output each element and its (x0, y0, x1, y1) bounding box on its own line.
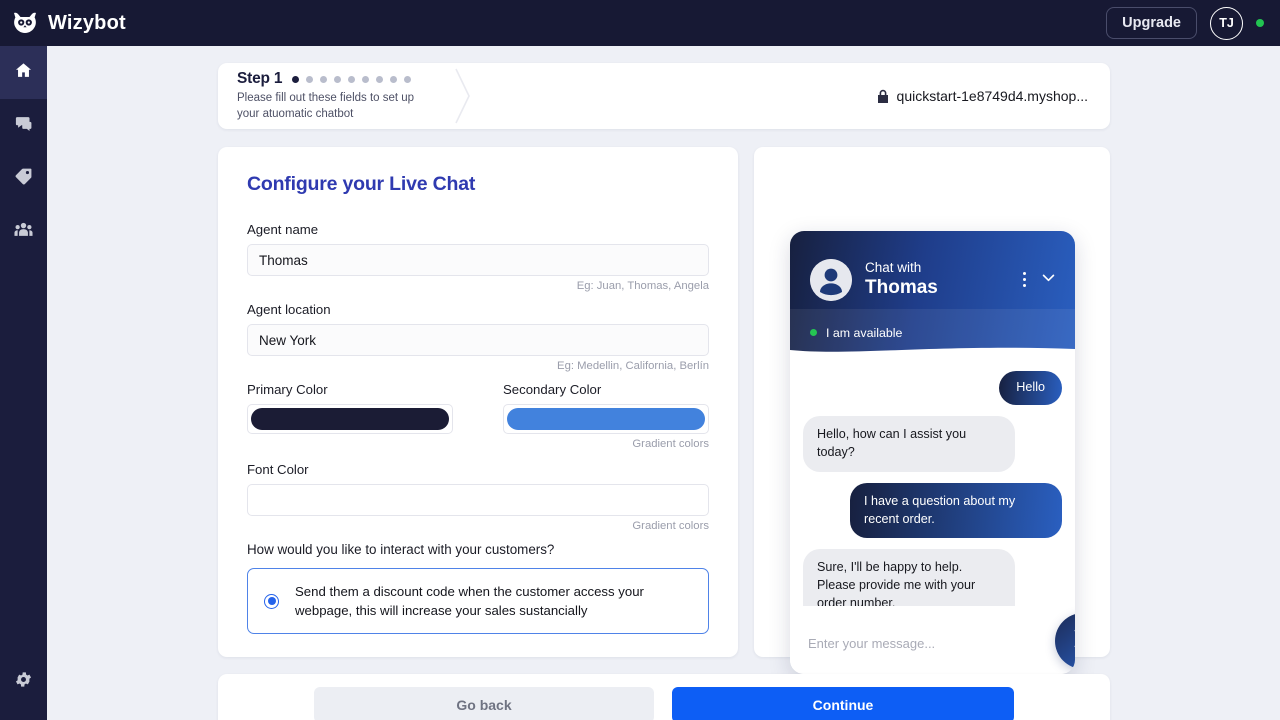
secondary-color-label: Secondary Color (503, 382, 602, 397)
page-content: Step 1 Please fill out these fields to s… (47, 46, 1280, 720)
chat-header-titles: Chat with Thomas (865, 261, 938, 297)
primary-color-swatch (251, 408, 449, 430)
online-dot-icon (810, 329, 817, 336)
step-dot (334, 75, 342, 83)
chat-message-list: Hello Hello, how can I assist you today?… (790, 356, 1075, 606)
agent-name-input[interactable] (247, 244, 709, 276)
color-pickers-row: Primary Color Secondary Color Gradient c… (247, 382, 709, 460)
send-plane-icon (1072, 627, 1075, 655)
step-dot (292, 75, 300, 83)
step-subtitle: Please fill out these fields to set up y… (237, 92, 415, 120)
chat-widget-header: Chat with Thomas I am available (790, 231, 1075, 356)
availability-text: I am available (826, 325, 903, 340)
chat-message-bot: Sure, I'll be happy to help. Please prov… (803, 549, 1015, 606)
brand-name: Wizybot (48, 11, 126, 34)
chat-header-actions (1022, 269, 1059, 291)
step-header: Step 1 (237, 70, 448, 88)
upgrade-button[interactable]: Upgrade (1106, 7, 1197, 39)
agent-location-input[interactable] (247, 324, 709, 356)
shop-url-display: quickstart-1e8749d4.myshop... (877, 88, 1110, 104)
primary-color-label: Primary Color (247, 382, 328, 397)
chat-message-user: Hello (999, 371, 1062, 405)
configure-live-chat-form: Configure your Live Chat Agent name Eg: … (218, 147, 738, 657)
chat-header-top-row: Chat with Thomas (790, 231, 1075, 309)
home-icon (14, 61, 33, 85)
step-indicator-card: Step 1 Please fill out these fields to s… (218, 63, 1110, 129)
agent-location-hint: Eg: Medellin, California, Berlín (557, 360, 709, 372)
people-icon (14, 220, 33, 244)
agent-name-hint: Eg: Juan, Thomas, Angela (576, 280, 709, 292)
interaction-question: How would you like to interact with your… (247, 542, 555, 557)
step-dot (362, 75, 370, 83)
step-dot (376, 75, 384, 83)
online-dot-icon (1256, 19, 1264, 27)
agent-name-label: Agent name (247, 222, 319, 237)
go-back-button[interactable]: Go back (314, 687, 654, 720)
person-avatar-icon (810, 258, 852, 301)
option-discount-code-label: Send them a discount code when the custo… (295, 584, 644, 618)
font-color-label: Font Color (247, 462, 309, 477)
page-title: Configure your Live Chat (247, 173, 476, 195)
header-curve-decoration (790, 347, 1075, 356)
chat-input-bar: Enter your message... (790, 612, 1075, 674)
agent-location-label: Agent location (247, 302, 331, 317)
secondary-color-hint: Gradient colors (632, 438, 709, 450)
primary-color-group: Primary Color (247, 382, 453, 460)
sidebar-item-products[interactable] (0, 152, 47, 205)
radio-inner-dot (267, 597, 276, 605)
chevron-down-icon[interactable] (1040, 269, 1057, 291)
step-dot (306, 75, 314, 83)
chat-message-user: I have a question about my recent order. (850, 482, 1062, 539)
secondary-color-group: Secondary Color Gradient colors (503, 382, 709, 460)
sidebar-item-settings[interactable] (0, 655, 47, 708)
chat-widget-preview: Chat with Thomas I am available Hello He… (790, 231, 1075, 674)
left-sidebar (0, 46, 47, 720)
secondary-color-picker[interactable] (503, 404, 709, 434)
owl-icon (12, 12, 38, 34)
wizard-footer: Go back Continue (218, 674, 1110, 720)
chat-agent-name: Thomas (865, 276, 938, 298)
step-progress-dots (292, 75, 412, 83)
continue-button[interactable]: Continue (672, 687, 1014, 720)
secondary-color-swatch (507, 408, 705, 430)
shop-url-text: quickstart-1e8749d4.myshop... (896, 88, 1088, 104)
font-color-hint: Gradient colors (632, 520, 709, 532)
radio-button-selected[interactable] (264, 593, 279, 609)
step-info: Step 1 Please fill out these fields to s… (218, 70, 448, 122)
gear-icon (14, 670, 33, 694)
chat-message-bot: Hello, how can I assist you today? (803, 415, 1015, 472)
kebab-menu-icon[interactable] (1022, 271, 1026, 288)
step-dot (348, 75, 356, 83)
option-discount-code[interactable]: Send them a discount code when the custo… (247, 568, 709, 634)
top-header-bar: Wizybot Upgrade TJ (0, 0, 1280, 46)
tag-icon (14, 167, 33, 191)
avatar[interactable]: TJ (1210, 6, 1243, 40)
chat-with-label: Chat with (865, 260, 922, 276)
chat-preview-card: Chat with Thomas I am available Hello He… (754, 147, 1110, 674)
step-title: Step 1 (237, 70, 283, 88)
step-dot (320, 75, 328, 83)
step-divider-chevron (450, 63, 476, 129)
sidebar-item-home[interactable] (0, 46, 47, 99)
step-dot (404, 75, 412, 83)
send-button[interactable] (1055, 613, 1075, 669)
step-dot (390, 75, 398, 83)
sidebar-item-customers[interactable] (0, 205, 47, 258)
primary-color-picker[interactable] (247, 404, 453, 434)
topbar-actions: Upgrade TJ (1106, 6, 1264, 40)
chat-input-field[interactable]: Enter your message... (808, 636, 935, 651)
lock-icon (877, 89, 889, 103)
font-color-picker[interactable] (247, 484, 709, 516)
sidebar-item-conversations[interactable] (0, 99, 47, 152)
brand-logo[interactable]: Wizybot (12, 12, 126, 35)
chat-bubbles-icon (14, 114, 33, 138)
